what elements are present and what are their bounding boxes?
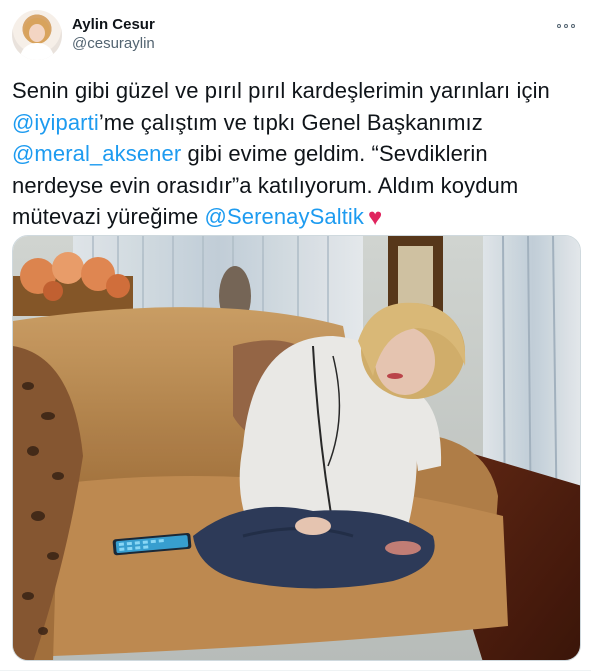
tweet-line-1: Senin gibi güzel ve pırıl pırıl kardeşle…	[12, 78, 550, 103]
tweet-line-3: @meral_aksener gibi evime geldim. “Sevdi…	[12, 138, 582, 170]
author-display-name[interactable]: Aylin Cesur	[72, 15, 155, 34]
mention-serenay-saltik[interactable]: @SerenaySaltik	[205, 204, 364, 229]
tweet-line-2: @iyiparti’me çalıştım ve tıpkı Genel Baş…	[12, 107, 582, 139]
tweet-line-4: nerdeyse evin orasıdır”a katılıyorum. Al…	[12, 172, 519, 198]
author-names: Aylin Cesur @cesuraylin	[72, 15, 155, 53]
tweet-card: Aylin Cesur @cesuraylin Senin gibi güzel…	[0, 0, 591, 671]
tweet-photo[interactable]	[12, 235, 581, 661]
tweet-line-2-text: ’me çalıştım ve tıpkı Genel Başkanımız	[98, 109, 483, 135]
tweet-line-5: mütevazi yüreğime @SerenaySaltik ♥	[12, 201, 582, 233]
avatar[interactable]	[12, 10, 62, 60]
tweet-line-5-text: mütevazi yüreğime	[12, 204, 205, 229]
more-options-icon[interactable]	[553, 16, 579, 36]
tweet-header: Aylin Cesur @cesuraylin	[12, 10, 579, 62]
tweet-text: Senin gibi güzel ve pırıl pırıl kardeşle…	[12, 75, 582, 233]
mention-iyiparti[interactable]: @iyiparti	[12, 110, 99, 135]
photo-illustration	[13, 236, 580, 660]
heart-icon: ♥	[368, 204, 383, 231]
mention-meral-aksener[interactable]: @meral_aksener	[12, 141, 181, 166]
tweet-line-3-text: gibi evime geldim. “Sevdiklerin	[181, 141, 488, 166]
author-handle[interactable]: @cesuraylin	[72, 34, 155, 53]
